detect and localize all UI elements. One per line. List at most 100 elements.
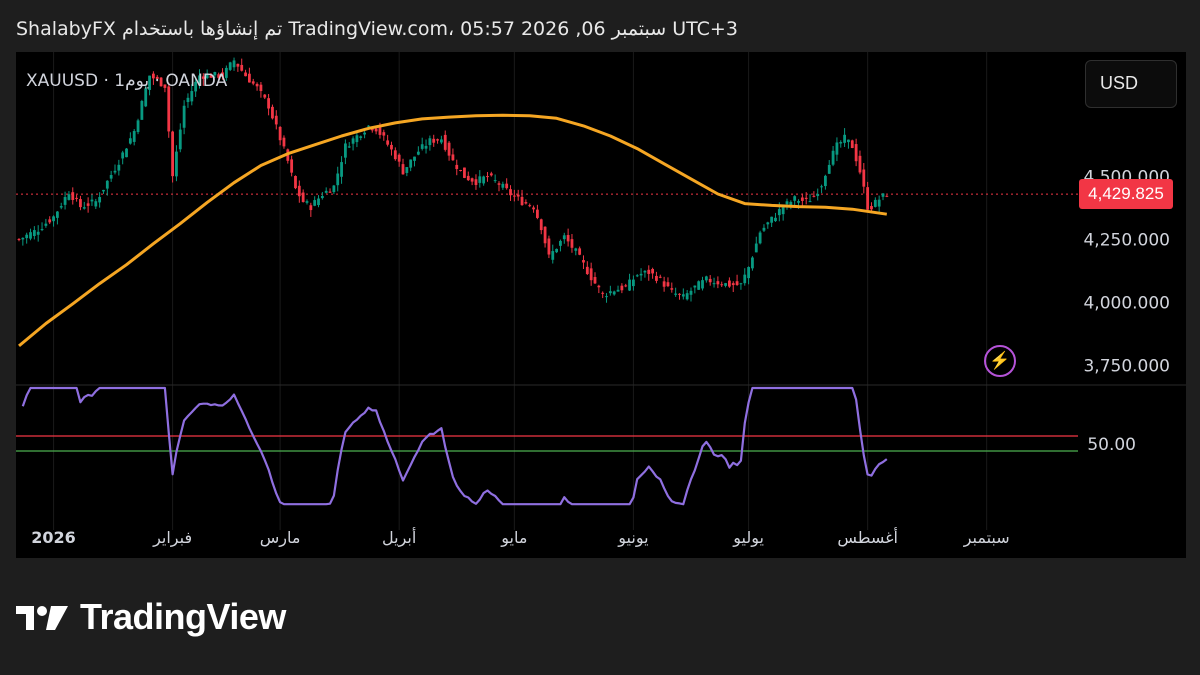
candle	[186, 93, 190, 108]
candle	[82, 201, 86, 210]
candle	[850, 139, 854, 149]
candle	[405, 167, 409, 177]
candle	[459, 169, 462, 172]
candle	[178, 123, 182, 153]
candle	[697, 280, 701, 290]
chart-canvas[interactable]: 50.00 4,500.0004,250.0004,000.0003,750.0…	[16, 52, 1186, 558]
candle	[424, 139, 428, 154]
candle	[40, 222, 44, 232]
candle	[67, 191, 71, 201]
candle	[532, 205, 535, 213]
candle	[320, 191, 324, 200]
candle	[520, 189, 524, 206]
candle	[409, 159, 413, 172]
candle	[674, 287, 678, 297]
candle	[689, 287, 693, 302]
candle	[75, 194, 78, 202]
currency-button[interactable]: USD	[1085, 60, 1177, 108]
candle	[416, 146, 420, 156]
candle	[274, 110, 278, 130]
candle	[301, 189, 305, 203]
candle	[562, 232, 566, 244]
candle	[597, 284, 601, 294]
candle	[681, 288, 685, 300]
candle	[259, 81, 263, 98]
candle	[94, 198, 98, 209]
candle	[589, 262, 593, 286]
brand: TradingView	[16, 596, 286, 638]
candle	[382, 129, 386, 141]
price-tick-label: 3,750.000	[1083, 357, 1170, 377]
flash-icon[interactable]: ⚡	[984, 345, 1016, 377]
candle	[512, 189, 516, 202]
candle	[528, 203, 532, 208]
candle	[71, 187, 75, 205]
candle	[271, 104, 274, 120]
candle	[44, 218, 48, 228]
time-axis-label: فبراير	[152, 528, 192, 548]
time-axis-label: أغسطس	[837, 527, 898, 548]
candle	[267, 93, 270, 116]
candle	[436, 138, 439, 144]
candle	[524, 199, 528, 205]
candle	[651, 267, 654, 279]
candle	[351, 136, 355, 151]
candle	[624, 283, 628, 288]
candle	[501, 181, 505, 190]
candle	[693, 285, 697, 294]
candle	[86, 197, 90, 213]
candle	[136, 118, 140, 135]
candle	[486, 171, 489, 182]
candle	[117, 159, 121, 176]
time-axis-label: 2026	[31, 528, 76, 547]
candle	[309, 202, 313, 217]
symbol-label: XAUUSD · يوم1 · OANDA	[26, 71, 228, 91]
rsi-tick-label: 50.00	[1087, 435, 1136, 455]
candle	[724, 282, 727, 288]
candle	[678, 293, 681, 300]
candle	[881, 192, 885, 201]
candle	[493, 174, 497, 183]
chart-panel[interactable]: 50.00 4,500.000 4,250.000 4,000.000 3,750.0…	[16, 52, 1186, 558]
candle	[332, 184, 336, 195]
candle	[466, 171, 470, 181]
candle	[754, 236, 758, 253]
candle	[670, 282, 674, 293]
candle	[140, 99, 144, 120]
candle	[489, 171, 493, 177]
last-price-tag: 4,429.825	[1079, 179, 1173, 210]
candle	[413, 156, 416, 167]
candle	[578, 246, 582, 256]
candle	[386, 134, 390, 147]
candle	[470, 177, 474, 186]
time-axis-label: مايو	[500, 528, 527, 548]
candle	[102, 189, 105, 194]
candle	[877, 195, 881, 213]
candle	[716, 276, 720, 289]
candle	[509, 185, 512, 201]
candle	[17, 238, 21, 242]
candle	[574, 247, 578, 256]
candle	[847, 139, 850, 149]
candle	[297, 180, 301, 203]
candle	[559, 239, 562, 252]
candle	[762, 224, 766, 233]
candle	[447, 141, 451, 161]
candle	[236, 63, 240, 72]
candle	[647, 265, 651, 281]
candles	[17, 57, 889, 303]
candle	[482, 175, 486, 186]
candle	[743, 268, 747, 286]
candle	[232, 57, 236, 71]
time-axis-label: يوليو	[732, 528, 764, 548]
candle	[701, 276, 704, 291]
candle	[543, 226, 547, 248]
rsi-line	[21, 386, 888, 506]
candle	[758, 230, 762, 245]
candle	[712, 277, 716, 288]
candle	[643, 270, 647, 278]
candle	[704, 275, 708, 283]
candle	[731, 281, 735, 293]
candle	[255, 82, 259, 91]
candle	[601, 291, 605, 299]
